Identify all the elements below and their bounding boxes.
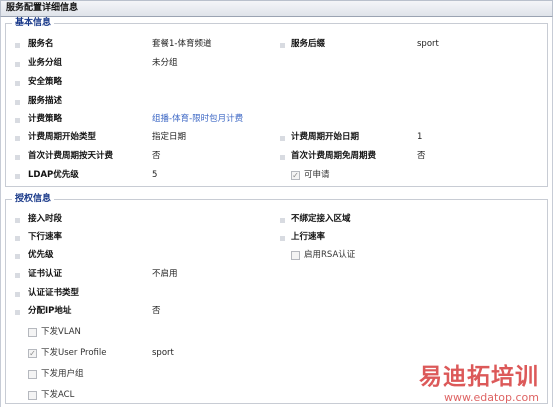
bullet-icon	[15, 273, 20, 278]
bullet-icon	[280, 218, 285, 223]
first-daily-value: 否	[152, 151, 161, 161]
business-group-value: 未分组	[152, 58, 178, 68]
service-desc-label: 服务描述	[28, 96, 63, 106]
cert-auth-value: 不启用	[152, 269, 178, 279]
no-bind-area-label: 不绑定接入区域	[291, 214, 351, 224]
acl-label: 下发ACL	[41, 390, 75, 400]
service-name-label: 服务名	[28, 39, 54, 49]
security-policy-label: 安全策略	[28, 77, 63, 87]
vlan-label: 下发VLAN	[41, 327, 81, 337]
service-suffix-value: sport	[417, 39, 439, 49]
cycle-start-type-label: 计费周期开始类型	[28, 132, 97, 142]
cert-auth-label: 证书认证	[28, 269, 63, 279]
cycle-start-type-value: 指定日期	[152, 132, 187, 142]
bullet-icon	[280, 236, 285, 241]
bullet-icon	[15, 174, 20, 179]
vlan-checkbox[interactable]	[28, 328, 37, 337]
billing-policy-link[interactable]: 组播-体育-限时包月计费	[152, 113, 243, 125]
bullet-icon	[15, 62, 20, 67]
detail-panel: 基本信息 服务名 套餐1-体育频道 服务后缀 sport 业务分组 未分组 安全…	[0, 17, 553, 407]
downlink-label: 下行速率	[28, 232, 63, 242]
billing-policy-label: 计费策略	[28, 114, 63, 124]
applicable-checkbox[interactable]: ✓	[291, 171, 300, 180]
bullet-icon	[15, 218, 20, 223]
priority-label: 优先级	[28, 250, 54, 260]
first-daily-label: 首次计费周期按天计费	[28, 151, 114, 161]
basic-info-legend: 基本信息	[12, 18, 55, 29]
access-period-label: 接入时段	[28, 214, 63, 224]
service-suffix-label: 服务后缀	[291, 39, 326, 49]
rsa-checkbox[interactable]	[291, 251, 300, 260]
service-name-value: 套餐1-体育频道	[152, 39, 212, 49]
assign-ip-value: 否	[152, 306, 161, 316]
bullet-icon	[15, 155, 20, 160]
bullet-icon	[15, 43, 20, 48]
bullet-icon	[15, 254, 20, 259]
bullet-icon	[280, 136, 285, 141]
bullet-icon	[280, 43, 285, 48]
watermark-logo: 易迪拓培训	[419, 364, 539, 390]
business-group-label: 业务分组	[28, 58, 63, 68]
applicable-label: 可申请	[304, 170, 330, 180]
bullet-icon	[15, 118, 20, 123]
checkmark-icon: ✓	[29, 349, 36, 358]
rsa-label: 启用RSA认证	[304, 250, 356, 260]
uplink-label: 上行速率	[291, 232, 326, 242]
window-title: 服务配置详细信息	[0, 0, 553, 17]
bullet-icon	[280, 155, 285, 160]
bullet-icon	[15, 100, 20, 105]
first-free-value: 否	[417, 151, 426, 161]
auth-info-legend: 授权信息	[12, 194, 55, 205]
bullet-icon	[15, 236, 20, 241]
bullet-icon	[15, 310, 20, 315]
bullet-icon	[15, 292, 20, 297]
assign-ip-label: 分配IP地址	[28, 306, 72, 316]
user-group-label: 下发用户组	[41, 369, 84, 379]
cycle-start-date-label: 计费周期开始日期	[291, 132, 360, 142]
bullet-icon	[15, 81, 20, 86]
checkmark-icon: ✓	[292, 171, 299, 180]
user-profile-label: 下发User Profile	[41, 348, 107, 358]
user-profile-value: sport	[152, 348, 174, 358]
first-free-label: 首次计费周期免周期费	[291, 151, 377, 161]
user-group-checkbox[interactable]	[28, 370, 37, 379]
basic-info-section: 基本信息 服务名 套餐1-体育频道 服务后缀 sport 业务分组 未分组 安全…	[5, 18, 548, 187]
ldap-value: 5	[152, 170, 158, 180]
cert-type-label: 认证证书类型	[28, 288, 80, 298]
ldap-label: LDAP优先级	[28, 170, 79, 180]
bullet-icon	[15, 136, 20, 141]
cycle-start-date-value: 1	[417, 132, 423, 142]
user-profile-checkbox[interactable]: ✓	[28, 349, 37, 358]
acl-checkbox[interactable]	[28, 391, 37, 400]
watermark-url: www.edatop.com	[444, 391, 539, 404]
